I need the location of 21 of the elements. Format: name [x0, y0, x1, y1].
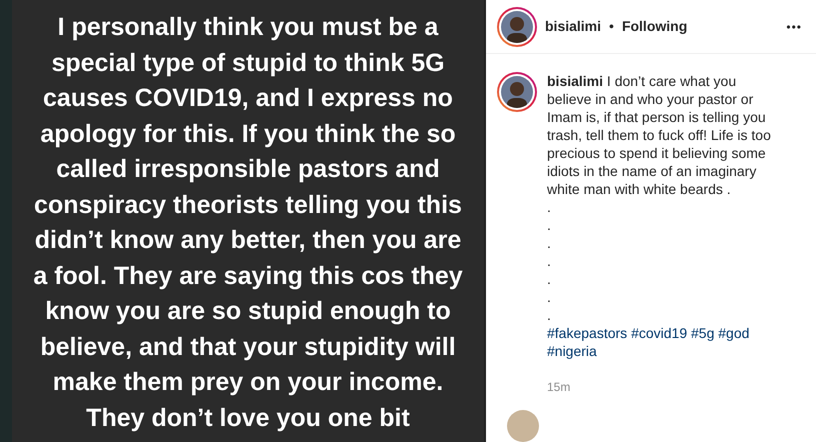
caption-dot: .	[547, 234, 551, 252]
hashtag-link[interactable]: #god	[718, 325, 750, 341]
caption-dot: .	[547, 198, 551, 216]
following-status[interactable]: Following	[622, 16, 688, 37]
caption-text: bisialimi I don’t care what you believe in and who your pastor or Imam is, if that person is telling you trash, tell them to fuck off! Life is too precious to spend it believing some idiots in the name of an imaginary white man with white beards .	[547, 72, 772, 198]
avatar[interactable]	[497, 72, 537, 112]
post-text: I personally think you must be a special type of stupid to think 5G causes COVID19, and I express no apology for this. If you think the so called irresponsible pastors and conspiracy theorists telling you this didn’t know any better, then you are a fool. They are saying this cos they know you are so stupid enough to believe, and that your stupidity will make them prey on your income. They don’t love you one bit	[33, 12, 463, 434]
caption-dot: .	[547, 252, 551, 270]
hashtag-link[interactable]: #fakepastors	[547, 325, 628, 341]
separator: •	[609, 17, 614, 36]
hashtag-link[interactable]: #covid19	[631, 325, 688, 341]
avatar[interactable]	[497, 6, 537, 46]
caption-dot: .	[547, 288, 551, 306]
username[interactable]: bisialimi	[545, 16, 602, 37]
more-options-icon[interactable]: •••	[786, 18, 802, 36]
hashtag-link[interactable]: #nigeria	[547, 343, 597, 359]
hashtag-link[interactable]: #5g	[691, 325, 714, 341]
post-time: 15m	[547, 379, 570, 396]
caption-dot: .	[547, 306, 551, 324]
caption-dot: .	[547, 270, 551, 288]
caption-dot: .	[547, 216, 551, 234]
